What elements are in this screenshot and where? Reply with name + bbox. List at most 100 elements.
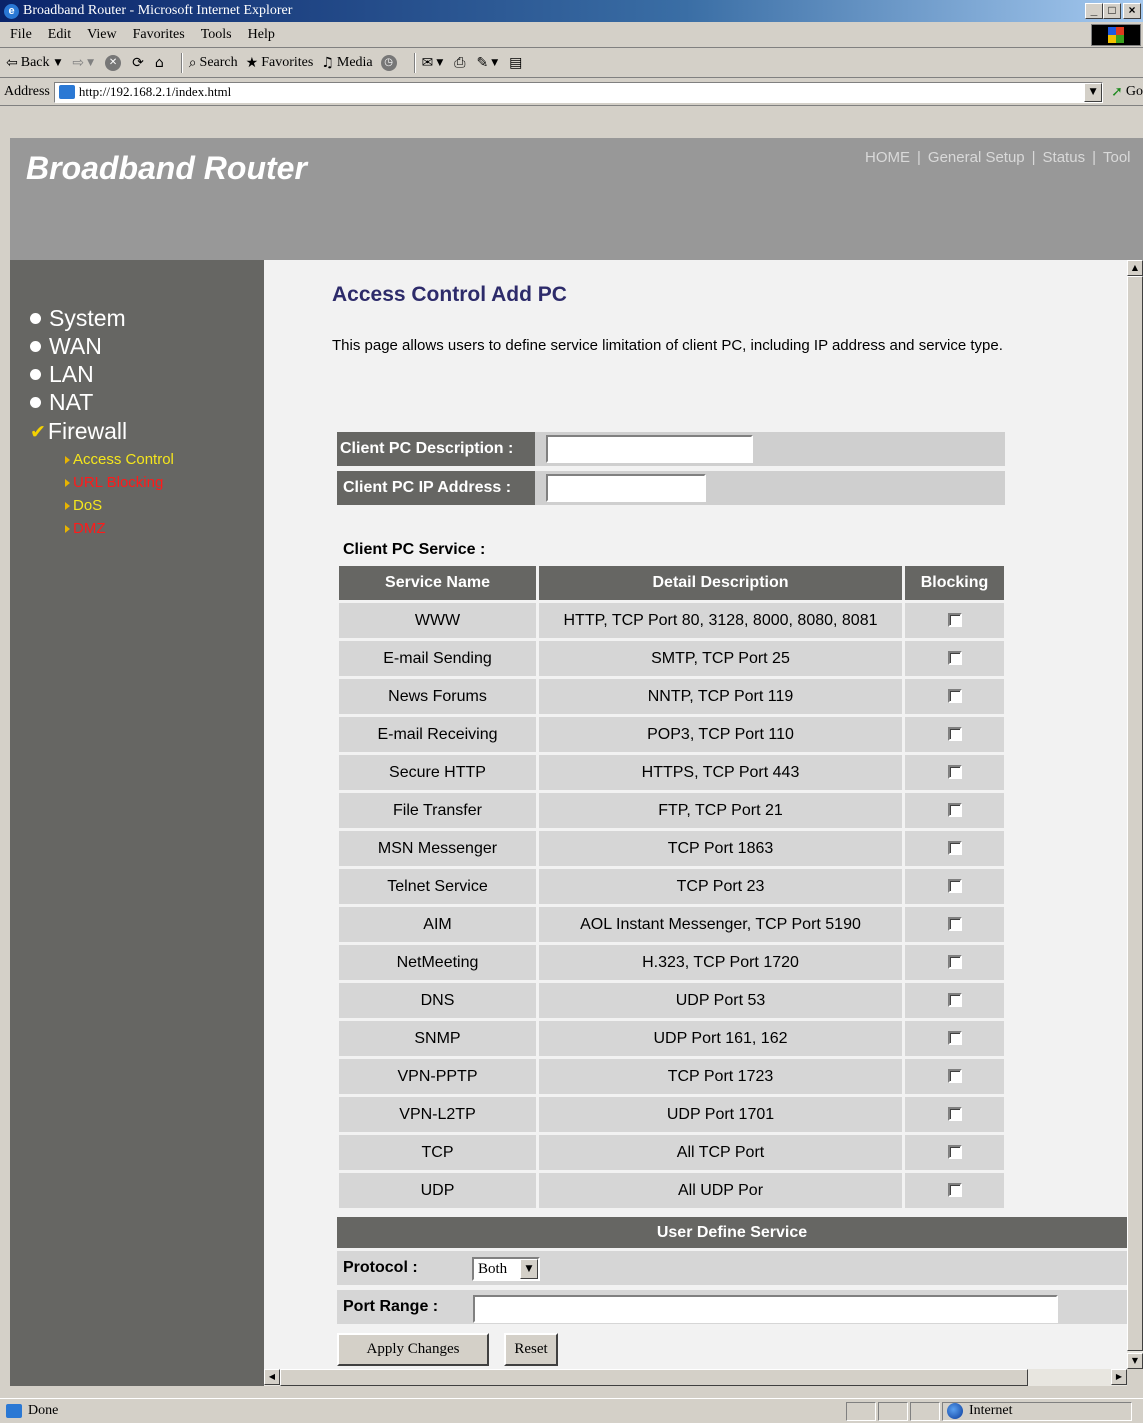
refresh-button[interactable]: ⟳ — [132, 55, 147, 71]
status-bar: Done Internet — [0, 1398, 1143, 1423]
mail-button[interactable]: ✉ ▼ — [422, 55, 447, 71]
table-row: TCP All TCP Port — [339, 1135, 1004, 1170]
detail-description-cell: UDP Port 1701 — [539, 1097, 902, 1132]
address-bar: Address http://192.168.2.1/index.html ▼ … — [0, 79, 1143, 106]
scroll-right-icon[interactable]: ▶ — [1111, 1369, 1127, 1385]
back-button[interactable]: ⇦ Back ▼ — [6, 55, 64, 71]
menu-help[interactable]: Help — [242, 27, 285, 43]
print-icon: ⎙ — [454, 54, 466, 71]
nav-tool-link[interactable]: Tool — [1103, 149, 1131, 166]
nav-home-link[interactable]: HOME — [865, 149, 910, 166]
service-name-cell: UDP — [339, 1173, 536, 1208]
forward-button[interactable]: ⇨ ▼ — [72, 55, 97, 71]
media-button[interactable]: ♫ Media — [321, 55, 372, 71]
client-service-label: Client PC Service : — [343, 541, 486, 558]
nav-general-setup-link[interactable]: General Setup — [928, 149, 1025, 166]
blocking-checkbox[interactable] — [947, 841, 962, 856]
table-row: AIM AOL Instant Messenger, TCP Port 5190 — [339, 907, 1004, 942]
blocking-checkbox[interactable] — [947, 651, 962, 666]
blocking-checkbox[interactable] — [947, 1183, 962, 1198]
vertical-scroll-thumb[interactable] — [1127, 276, 1143, 1351]
print-button[interactable]: ⎙ — [454, 55, 468, 71]
apply-changes-button[interactable]: Apply Changes — [337, 1333, 489, 1366]
favorites-button[interactable]: ★ Favorites — [246, 55, 314, 71]
blocking-checkbox[interactable] — [947, 765, 962, 780]
status-text-area: Done — [0, 1403, 846, 1419]
blocking-cell — [905, 679, 1004, 714]
menu-view[interactable]: View — [81, 27, 126, 43]
sidebar-item-lan[interactable]: LAN — [30, 361, 94, 388]
horizontal-scroll-thumb[interactable] — [280, 1369, 1028, 1386]
menu-edit[interactable]: Edit — [42, 27, 81, 43]
blocking-checkbox[interactable] — [947, 955, 962, 970]
globe-icon — [947, 1403, 963, 1419]
blocking-checkbox[interactable] — [947, 879, 962, 894]
blocking-checkbox[interactable] — [947, 1069, 962, 1084]
edit-button[interactable]: ✎ ▼ — [477, 55, 502, 71]
minimize-button[interactable]: _ — [1085, 3, 1103, 19]
sidebar-subitem-access-control[interactable]: Access Control — [65, 451, 174, 468]
sidebar-subitem-url-blocking[interactable]: URL Blocking — [65, 474, 163, 491]
port-range-input[interactable] — [473, 1295, 1058, 1323]
blocking-checkbox[interactable] — [947, 613, 962, 628]
nav-status-link[interactable]: Status — [1043, 149, 1086, 166]
back-arrow-icon: ⇦ — [6, 54, 18, 71]
sidebar-item-firewall[interactable]: ✔ Firewall — [30, 418, 127, 445]
table-row: E-mail Sending SMTP, TCP Port 25 — [339, 641, 1004, 676]
blocking-checkbox[interactable] — [947, 727, 962, 742]
reset-button[interactable]: Reset — [504, 1333, 558, 1366]
blocking-checkbox[interactable] — [947, 1107, 962, 1122]
vertical-scrollbar[interactable]: ▲ ▼ — [1127, 260, 1143, 1369]
sidebar-subitem-dos[interactable]: DoS — [65, 497, 102, 514]
protocol-select[interactable]: Both ▼ — [472, 1257, 540, 1281]
maximize-button[interactable]: □ — [1103, 3, 1121, 19]
menu-file[interactable]: File — [4, 27, 42, 43]
stop-button[interactable]: ✕ — [105, 54, 124, 71]
table-row: NetMeeting H.323, TCP Port 1720 — [339, 945, 1004, 980]
table-row: Secure HTTP HTTPS, TCP Port 443 — [339, 755, 1004, 790]
blocking-checkbox[interactable] — [947, 803, 962, 818]
menu-tools[interactable]: Tools — [195, 27, 242, 43]
menu-favorites[interactable]: Favorites — [127, 27, 195, 43]
blocking-checkbox[interactable] — [947, 1031, 962, 1046]
client-description-input[interactable] — [546, 435, 753, 463]
service-name-cell: AIM — [339, 907, 536, 942]
scroll-down-icon[interactable]: ▼ — [1127, 1353, 1143, 1369]
chevron-down-icon[interactable]: ▼ — [520, 1259, 538, 1279]
horizontal-scrollbar[interactable]: ◀ ▶ — [264, 1369, 1127, 1386]
address-dropdown-icon[interactable]: ▼ — [1084, 82, 1103, 102]
table-row: SNMP UDP Port 161, 162 — [339, 1021, 1004, 1056]
blocking-cell — [905, 907, 1004, 942]
sidebar-item-nat[interactable]: NAT — [30, 389, 93, 416]
blocking-checkbox[interactable] — [947, 1145, 962, 1160]
close-button[interactable]: × — [1123, 3, 1141, 19]
address-input[interactable]: http://192.168.2.1/index.html ▼ — [53, 81, 1104, 103]
discuss-button[interactable]: ▤ — [509, 55, 525, 71]
chevron-down-icon: ▼ — [491, 57, 499, 68]
blocking-checkbox[interactable] — [947, 917, 962, 932]
sidebar-item-wan[interactable]: WAN — [30, 333, 102, 360]
sidebar-item-system[interactable]: System — [30, 305, 126, 332]
go-button[interactable]: ➚ Go — [1111, 84, 1143, 100]
search-button[interactable]: ⌕ Search — [189, 55, 238, 71]
blocking-checkbox[interactable] — [947, 689, 962, 704]
client-ip-input[interactable] — [546, 474, 706, 502]
history-button[interactable]: ◷ — [380, 54, 400, 71]
search-icon: ⌕ — [188, 54, 197, 71]
sidebar-item-label: NAT — [49, 389, 94, 415]
search-label: Search — [199, 54, 238, 70]
scroll-up-icon[interactable]: ▲ — [1127, 260, 1143, 276]
detail-description-cell: TCP Port 1863 — [539, 831, 902, 866]
favorites-icon: ★ — [245, 54, 259, 71]
client-ip-label: Client PC IP Address : — [337, 471, 535, 505]
user-define-service-header: User Define Service — [337, 1217, 1127, 1248]
home-button[interactable]: ⌂ — [155, 55, 167, 71]
blocking-checkbox[interactable] — [947, 993, 962, 1008]
service-name-cell: E-mail Sending — [339, 641, 536, 676]
service-name-cell: VPN-PPTP — [339, 1059, 536, 1094]
page-icon — [6, 1404, 22, 1418]
scroll-left-icon[interactable]: ◀ — [264, 1369, 280, 1385]
sidebar-subitem-dmz[interactable]: DMZ — [65, 520, 106, 537]
blocking-cell — [905, 1173, 1004, 1208]
status-cell — [846, 1401, 876, 1421]
